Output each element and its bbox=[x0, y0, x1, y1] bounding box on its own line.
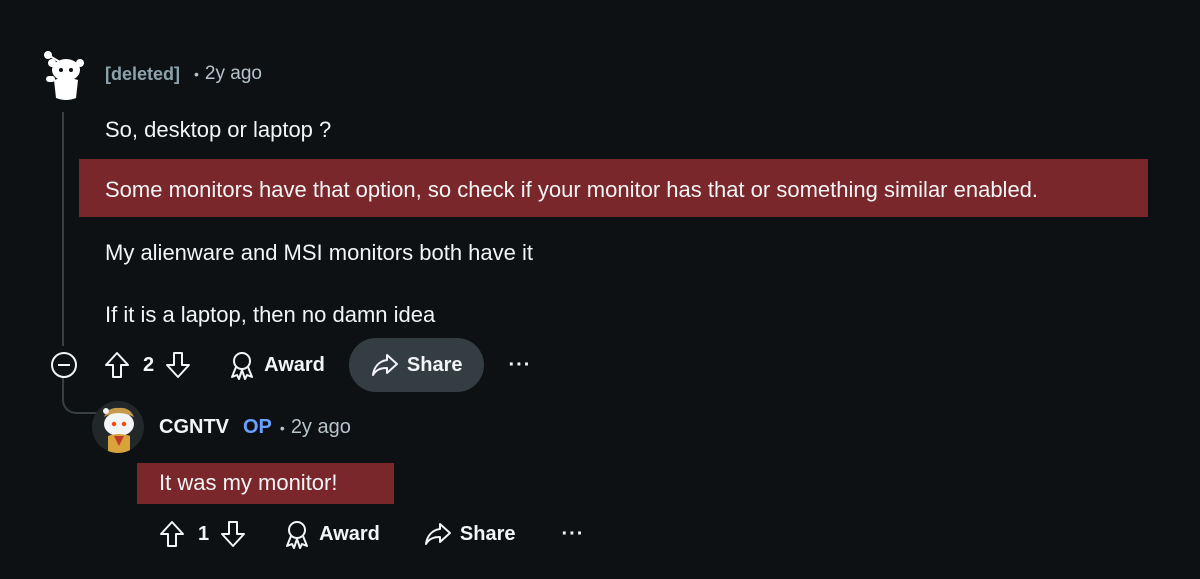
thread-line[interactable] bbox=[62, 112, 64, 346]
snoo-avatar-icon[interactable] bbox=[40, 46, 86, 104]
reply-action-bar: 1 Award Share ··· bbox=[158, 507, 596, 561]
reply-timestamp[interactable]: 2y ago bbox=[291, 416, 351, 439]
share-arrow-icon bbox=[424, 523, 451, 545]
reply-connector-line bbox=[62, 378, 98, 414]
comment-timestamp[interactable]: 2y ago bbox=[205, 63, 262, 85]
share-arrow-icon bbox=[371, 354, 398, 376]
award-button[interactable]: Award bbox=[206, 338, 347, 392]
comment-paragraph: My alienware and MSI monitors both have … bbox=[105, 240, 533, 265]
more-options-button[interactable]: ··· bbox=[549, 507, 596, 561]
op-badge: OP bbox=[243, 416, 272, 438]
vote-group: 1 bbox=[158, 519, 247, 549]
reply-meta: CGNTV OP • 2y ago bbox=[159, 416, 351, 439]
award-label: Award bbox=[264, 353, 325, 376]
award-ribbon-icon bbox=[231, 352, 254, 380]
share-label: Share bbox=[406, 353, 463, 376]
reply-author[interactable]: CGNTV bbox=[159, 416, 229, 439]
vote-score: 1 bbox=[198, 522, 210, 545]
upvote-arrow-icon[interactable] bbox=[103, 350, 131, 380]
meta-separator: • bbox=[194, 66, 199, 82]
award-ribbon-icon bbox=[286, 521, 309, 549]
downvote-arrow-icon[interactable] bbox=[164, 350, 192, 380]
meta-separator: • bbox=[279, 419, 285, 436]
comment-author[interactable]: [deleted] bbox=[105, 64, 180, 85]
award-label: Award bbox=[319, 522, 380, 545]
comment-action-bar: 2 Award Share ··· bbox=[103, 338, 543, 392]
downvote-arrow-icon[interactable] bbox=[219, 519, 247, 549]
share-label: Share bbox=[459, 522, 516, 545]
share-button[interactable]: Share bbox=[402, 507, 538, 561]
comment-paragraph-highlighted: Some monitors have that option, so check… bbox=[105, 177, 1039, 202]
comment-paragraph: So, desktop or laptop ? bbox=[105, 117, 332, 142]
more-options-button[interactable]: ··· bbox=[496, 338, 543, 392]
comment-thread: [deleted] • 2y ago So, desktop or laptop… bbox=[0, 0, 1200, 579]
collapse-minus-icon[interactable] bbox=[50, 351, 78, 379]
vote-score: 2 bbox=[143, 353, 155, 376]
award-button[interactable]: Award bbox=[261, 507, 402, 561]
comment-paragraph: If it is a laptop, then no damn idea bbox=[105, 302, 436, 327]
upvote-arrow-icon[interactable] bbox=[158, 519, 186, 549]
share-button[interactable]: Share bbox=[348, 338, 485, 392]
comment-meta: [deleted] • 2y ago bbox=[105, 63, 262, 85]
op-avatar[interactable] bbox=[92, 401, 144, 453]
snoo-avatar-icon bbox=[92, 401, 144, 453]
reply-paragraph-highlighted: It was my monitor! bbox=[159, 470, 338, 495]
vote-group: 2 bbox=[103, 350, 192, 380]
